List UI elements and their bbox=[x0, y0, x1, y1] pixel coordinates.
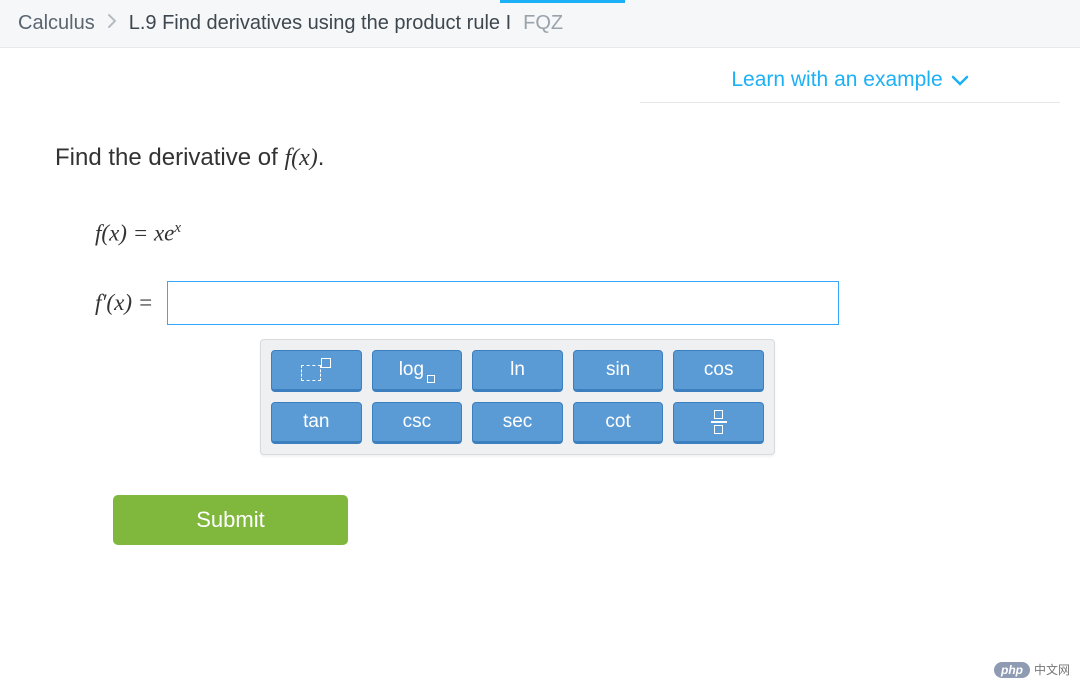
fp-x: x bbox=[114, 290, 124, 315]
eq-xe: xe bbox=[154, 221, 174, 246]
key-cot[interactable]: cot bbox=[573, 402, 664, 444]
key-csc[interactable]: csc bbox=[372, 402, 463, 444]
learn-with-example-button[interactable]: Learn with an example bbox=[640, 68, 1060, 103]
fp-open: ( bbox=[106, 290, 114, 315]
key-cos[interactable]: cos bbox=[673, 350, 764, 392]
question-prompt: Find the derivative of f(x). bbox=[55, 144, 1025, 172]
math-keypad: log ln sin cos tan csc sec cot bbox=[260, 339, 775, 455]
key-fraction[interactable] bbox=[673, 402, 764, 444]
eq-x: x bbox=[109, 221, 119, 246]
prompt-fx: f(x) bbox=[284, 145, 317, 171]
chevron-down-icon bbox=[951, 74, 969, 86]
key-cos-label: cos bbox=[704, 359, 734, 381]
key-sec-label: sec bbox=[503, 411, 533, 433]
fp-f: f′ bbox=[95, 290, 106, 315]
key-exponent[interactable] bbox=[271, 350, 362, 392]
eq-open: ( bbox=[101, 221, 109, 246]
key-csc-label: csc bbox=[403, 411, 432, 433]
fraction-icon bbox=[711, 410, 727, 434]
learn-label: Learn with an example bbox=[731, 68, 942, 92]
fp-close: ) = bbox=[124, 290, 153, 315]
answer-input[interactable] bbox=[167, 281, 839, 325]
prompt-suffix: . bbox=[318, 144, 325, 171]
eq-close: ) = bbox=[119, 221, 154, 246]
key-cot-label: cot bbox=[605, 411, 630, 433]
key-log-label: log bbox=[399, 359, 424, 381]
breadcrumb-skill: L.9 Find derivatives using the product r… bbox=[129, 12, 511, 35]
key-ln-label: ln bbox=[510, 359, 525, 381]
breadcrumb-subject[interactable]: Calculus bbox=[18, 12, 95, 35]
footer-text: 中文网 bbox=[1034, 661, 1070, 678]
key-sin[interactable]: sin bbox=[573, 350, 664, 392]
key-tan-label: tan bbox=[303, 411, 329, 433]
key-ln[interactable]: ln bbox=[472, 350, 563, 392]
key-sin-label: sin bbox=[606, 359, 630, 381]
chevron-right-icon bbox=[107, 12, 117, 35]
eq-sup: x bbox=[174, 220, 181, 236]
prompt-prefix: Find the derivative of bbox=[55, 144, 284, 171]
breadcrumb-code: FQZ bbox=[523, 12, 563, 35]
breadcrumb: Calculus L.9 Find derivatives using the … bbox=[0, 0, 1080, 48]
footer-badge: php 中文网 bbox=[994, 661, 1070, 678]
key-sec[interactable]: sec bbox=[472, 402, 563, 444]
fprime-label: f′(x) = bbox=[95, 290, 153, 316]
exponent-icon bbox=[297, 356, 335, 384]
php-pill: php bbox=[994, 662, 1030, 678]
tab-accent bbox=[500, 0, 625, 3]
key-log[interactable]: log bbox=[372, 350, 463, 392]
key-tan[interactable]: tan bbox=[271, 402, 362, 444]
submit-button[interactable]: Submit bbox=[113, 495, 348, 545]
given-function: f(x) = xex bbox=[95, 220, 1025, 247]
